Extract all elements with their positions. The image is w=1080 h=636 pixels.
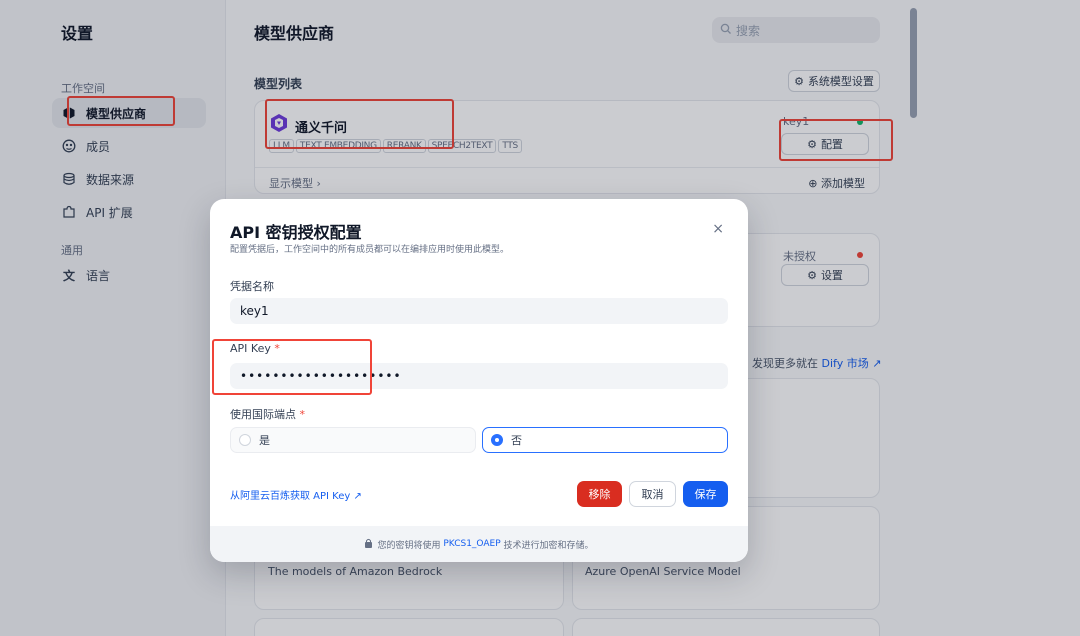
cancel-button[interactable]: 取消: [629, 481, 676, 507]
option-label: 是: [259, 434, 270, 447]
save-button[interactable]: 保存: [683, 481, 728, 507]
radio-option-yes[interactable]: 是: [230, 427, 476, 453]
radio-selected-icon: [491, 434, 503, 446]
dialog-title: API 密钥授权配置: [230, 223, 362, 242]
notice-suffix: 技术进行加密和存储。: [503, 540, 594, 551]
encryption-notice: 您的密钥将使用 PKCS1_OAEP 技术进行加密和存储。: [210, 526, 748, 562]
annotation-box-api-key: [212, 339, 372, 395]
credential-name-label: 凭据名称: [230, 280, 274, 293]
label-text: 使用国际端点: [230, 408, 296, 421]
close-icon[interactable]: ×: [712, 221, 724, 237]
credential-name-input[interactable]: [230, 298, 728, 324]
dialog-subtitle: 配置凭据后，工作空间中的所有成员都可以在编排应用时使用此模型。: [230, 245, 510, 255]
lock-icon: [364, 538, 373, 551]
external-link-icon: ↗: [353, 491, 362, 502]
radio-circle-icon: [239, 434, 251, 446]
option-label: 否: [511, 434, 522, 447]
encryption-method: PKCS1_OAEP: [443, 539, 501, 549]
notice-prefix: 您的密钥将使用: [377, 540, 441, 551]
radio-option-no[interactable]: 否: [482, 427, 728, 453]
link-label: 从阿里云百炼获取 API Key: [230, 491, 351, 502]
remove-button[interactable]: 移除: [577, 481, 622, 507]
endpoint-label: 使用国际端点 *: [230, 406, 305, 422]
required-marker: *: [299, 408, 306, 421]
get-api-key-link[interactable]: 从阿里云百炼获取 API Key ↗: [230, 487, 362, 502]
